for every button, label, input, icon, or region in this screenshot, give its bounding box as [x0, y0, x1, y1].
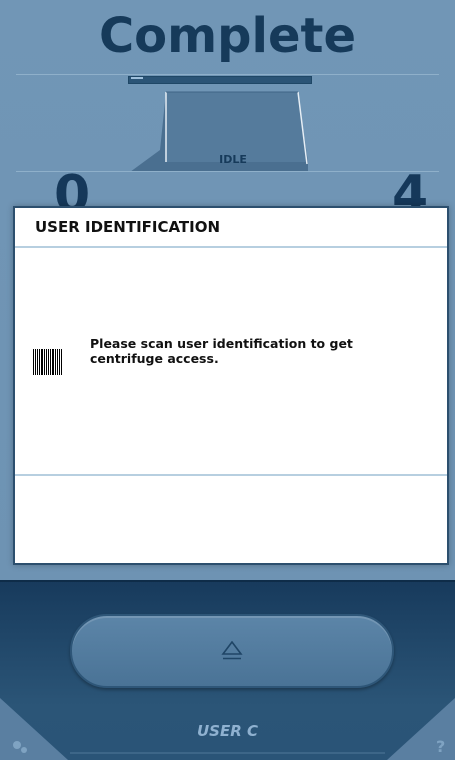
eject-button[interactable]	[70, 614, 394, 688]
dialog-message: Please scan user identification to get c…	[90, 336, 353, 366]
status-title: Complete	[98, 8, 357, 64]
progress-arrow-icon	[131, 77, 143, 79]
dialog-body: Please scan user identification to get c…	[15, 246, 447, 476]
current-user-label[interactable]: USER C	[0, 722, 455, 740]
divider-top	[16, 74, 439, 75]
rotor-state-label: IDLE	[219, 153, 247, 166]
dialog-title: USER IDENTIFICATION	[15, 208, 447, 248]
footer-divider	[0, 580, 455, 582]
rotor-graphic: IDLE	[130, 91, 308, 172]
footer-bottom-line	[70, 752, 385, 754]
eject-icon	[221, 641, 243, 660]
barcode-icon	[33, 349, 63, 375]
user-identification-dialog: USER IDENTIFICATION Please scan user ide…	[13, 206, 449, 565]
